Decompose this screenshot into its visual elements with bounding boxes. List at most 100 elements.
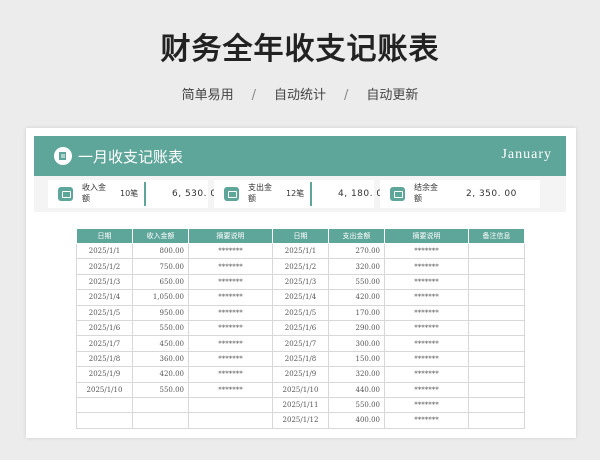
table-row: 2025/1/10 550.00 ******* 2025/1/10 440.00 ***… [76,381,525,398]
income-note-cell[interactable]: ******* [188,335,273,352]
income-amount-cell[interactable]: 550.00 [132,381,189,398]
income-note-cell[interactable]: ******* [188,304,273,321]
income-date-cell[interactable]: 2025/1/6 [76,319,133,337]
expense-date-cell[interactable]: 2025/1/3 [272,273,329,291]
income-date-cell[interactable]: 2025/1/4 [76,289,133,306]
expense-date-cell[interactable]: 2025/1/11 [272,396,329,414]
income-date-cell[interactable]: 2025/1/5 [76,304,133,321]
table-row: 2025/1/5 950.00 ******* 2025/1/5 170.00 *****… [76,304,525,321]
income-date-cell[interactable]: 2025/1/9 [76,366,133,383]
income-note-cell[interactable]: ******* [188,289,273,306]
remark-cell[interactable] [468,242,525,260]
income-amount-cell[interactable]: 650.00 [132,273,189,291]
income-amount-cell[interactable]: 420.00 [132,366,189,383]
remark-cell[interactable] [468,304,525,321]
income-amount-cell[interactable]: 1,050.00 [132,289,189,306]
expense-date-cell[interactable]: 2025/1/6 [272,319,329,337]
sheet-banner: 一月收支记账表 January [34,136,566,176]
remark-cell[interactable] [468,319,525,337]
column-header: 摘要说明 [384,228,469,244]
table-row: 2025/1/9 420.00 ******* 2025/1/9 320.00 *****… [76,366,525,383]
income-date-cell[interactable] [76,396,133,414]
remark-cell[interactable] [468,366,525,383]
expense-amount-cell[interactable]: 550.00 [328,273,385,291]
income-note-cell[interactable]: ******* [188,381,273,398]
expense-date-cell[interactable]: 2025/1/2 [272,258,329,275]
expense-amount-cell[interactable]: 420.00 [328,289,385,306]
expense-amount-cell[interactable]: 320.00 [328,258,385,275]
expense-date-cell[interactable]: 2025/1/9 [272,366,329,383]
table-row: 2025/1/7 450.00 ******* 2025/1/7 300.00 *****… [76,335,525,352]
expense-note-cell[interactable]: ******* [384,289,469,306]
income-amount-cell[interactable]: 950.00 [132,304,189,321]
expense-date-cell[interactable]: 2025/1/12 [272,412,329,429]
expense-date-cell[interactable]: 2025/1/10 [272,381,329,398]
expense-date-cell[interactable]: 2025/1/1 [272,242,329,260]
income-amount-cell[interactable]: 550.00 [132,319,189,337]
income-amount-cell[interactable]: 750.00 [132,258,189,275]
table-row: 2025/1/12 400.00 ******* [76,412,525,429]
expense-amount-cell[interactable]: 170.00 [328,304,385,321]
income-amount-cell[interactable]: 360.00 [132,350,189,368]
table-row: 2025/1/11 550.00 ******* [76,396,525,414]
expense-note-cell[interactable]: ******* [384,335,469,352]
income-amount-cell[interactable]: 800.00 [132,242,189,260]
income-date-cell[interactable]: 2025/1/1 [76,242,133,260]
income-note-cell[interactable]: ******* [188,258,273,275]
remark-cell[interactable] [468,289,525,306]
expense-amount-cell[interactable]: 440.00 [328,381,385,398]
column-header: 支出金额 [328,228,385,244]
income-note-cell[interactable] [188,412,273,429]
remark-cell[interactable] [468,350,525,368]
income-amount-cell[interactable]: 450.00 [132,335,189,352]
income-note-cell[interactable]: ******* [188,242,273,260]
income-date-cell[interactable]: 2025/1/10 [76,381,133,398]
expense-note-cell[interactable]: ******* [384,412,469,429]
expense-note-cell[interactable]: ******* [384,396,469,414]
income-date-cell[interactable]: 2025/1/3 [76,273,133,291]
notebook-icon [54,147,72,165]
expense-date-cell[interactable]: 2025/1/5 [272,304,329,321]
expense-amount-cell[interactable]: 290.00 [328,319,385,337]
expense-date-cell[interactable]: 2025/1/8 [272,350,329,368]
expense-note-cell[interactable]: ******* [384,381,469,398]
expense-amount-cell[interactable]: 150.00 [328,350,385,368]
expense-amount-cell[interactable]: 300.00 [328,335,385,352]
income-label: 收入金额 [82,183,106,203]
expense-note-cell[interactable]: ******* [384,366,469,383]
expense-count: 12笔 [286,189,305,198]
expense-amount-cell[interactable]: 320.00 [328,366,385,383]
expense-note-cell[interactable]: ******* [384,273,469,291]
income-date-cell[interactable]: 2025/1/2 [76,258,133,275]
income-date-cell[interactable]: 2025/1/7 [76,335,133,352]
income-amount-cell[interactable] [132,412,189,429]
income-note-cell[interactable]: ******* [188,273,273,291]
month-label: January [501,147,552,162]
income-amount-cell[interactable] [132,396,189,414]
income-note-cell[interactable] [188,396,273,414]
income-note-cell[interactable]: ******* [188,366,273,383]
expense-note-cell[interactable]: ******* [384,242,469,260]
income-date-cell[interactable] [76,412,133,429]
expense-date-cell[interactable]: 2025/1/7 [272,335,329,352]
remark-cell[interactable] [468,396,525,414]
income-date-cell[interactable]: 2025/1/8 [76,350,133,368]
expense-amount-cell[interactable]: 550.00 [328,396,385,414]
expense-note-cell[interactable]: ******* [384,304,469,321]
page-title: 财务全年收支记账表 [160,32,440,67]
expense-amount-cell[interactable]: 270.00 [328,242,385,260]
remark-cell[interactable] [468,412,525,429]
remark-cell[interactable] [468,258,525,275]
remark-cell[interactable] [468,273,525,291]
table-row: 2025/1/1 800.00 ******* 2025/1/1 270.00 *****… [76,242,525,260]
expense-note-cell[interactable]: ******* [384,258,469,275]
income-note-cell[interactable]: ******* [188,319,273,337]
expense-date-cell[interactable]: 2025/1/4 [272,289,329,306]
expense-note-cell[interactable]: ******* [384,319,469,337]
remark-cell[interactable] [468,381,525,398]
column-header: 日期 [272,228,329,244]
expense-note-cell[interactable]: ******* [384,350,469,368]
remark-cell[interactable] [468,335,525,352]
expense-amount-cell[interactable]: 400.00 [328,412,385,429]
income-note-cell[interactable]: ******* [188,350,273,368]
